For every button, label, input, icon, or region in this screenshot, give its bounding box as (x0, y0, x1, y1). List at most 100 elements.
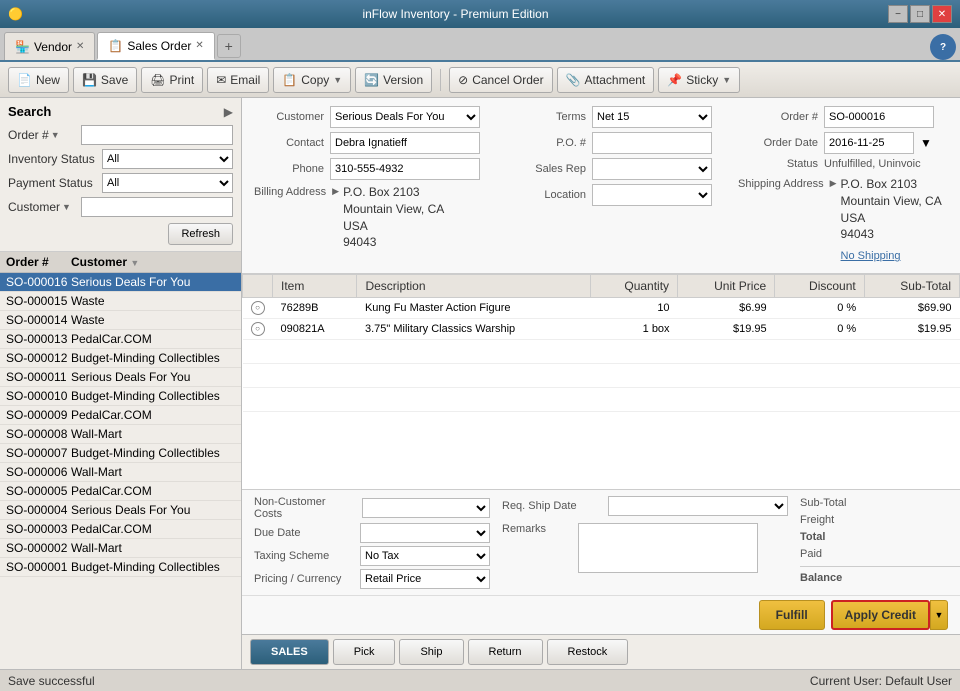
col-item-header: Item (273, 274, 357, 297)
item-desc-cell: Kung Fu Master Action Figure (357, 297, 591, 318)
customer-select[interactable]: Serious Deals For You (330, 106, 480, 128)
status-message: Save successful (8, 674, 95, 688)
app-icon: 🟡 (8, 7, 23, 21)
new-tab-button[interactable]: + (217, 34, 241, 58)
terms-select[interactable]: Net 15 (592, 106, 712, 128)
table-row[interactable]: SO-000007 Budget-Minding Collectibles (0, 444, 241, 463)
apply-credit-dropdown[interactable]: ▼ (930, 600, 948, 630)
phone-input[interactable] (330, 158, 480, 180)
req-ship-date-label: Req. Ship Date (502, 500, 602, 512)
order-date-calendar-icon[interactable]: ▼ (920, 136, 932, 150)
sticky-button[interactable]: 📌 Sticky ▼ (658, 67, 740, 93)
copy-button[interactable]: 📋 Copy ▼ (273, 67, 351, 93)
billing-address-label: Billing Address (254, 184, 326, 198)
location-select[interactable] (592, 184, 712, 206)
fulfill-button[interactable]: Fulfill (759, 600, 825, 630)
refresh-button[interactable]: Refresh (168, 223, 233, 245)
terms-label: Terms (526, 111, 586, 123)
status-bar: Save successful Current User: Default Us… (0, 669, 960, 691)
inventory-status-select[interactable]: All (102, 149, 233, 169)
req-ship-date-select[interactable] (608, 496, 788, 516)
cancel-order-button[interactable]: ⊘ Cancel Order (449, 67, 552, 93)
customer-label: Customer (254, 111, 324, 123)
table-row[interactable]: SO-000008 Wall-Mart (0, 425, 241, 444)
save-button[interactable]: 💾 Save (73, 67, 137, 93)
taxing-scheme-select[interactable]: No Tax (360, 546, 490, 566)
sales-order-tab-close[interactable]: ✕ (195, 40, 203, 51)
table-row[interactable]: SO-000001 Budget-Minding Collectibles (0, 558, 241, 577)
order-form: Customer Serious Deals For You Contact P… (242, 98, 960, 274)
close-button[interactable]: ✕ (932, 5, 952, 23)
tab-ship[interactable]: Ship (399, 639, 463, 665)
order-filter-input[interactable] (81, 125, 233, 145)
contact-input[interactable] (330, 132, 480, 154)
attachment-button[interactable]: 📎 Attachment (557, 67, 655, 93)
new-button[interactable]: 📄 New (8, 67, 69, 93)
version-button[interactable]: 🔄 Version (355, 67, 432, 93)
billing-address-expand-icon[interactable]: ▶ (332, 186, 339, 197)
pricing-currency-select[interactable]: Retail Price (360, 569, 490, 589)
search-collapse-icon[interactable]: ▶ (224, 105, 233, 119)
tab-restock[interactable]: Restock (547, 639, 629, 665)
table-row[interactable]: SO-000002 Wall-Mart (0, 539, 241, 558)
col-quantity-header: Quantity (591, 274, 678, 297)
tab-sales[interactable]: SALES (250, 639, 329, 665)
customer-cell: PedalCar.COM (71, 332, 235, 346)
apply-credit-button[interactable]: Apply Credit (831, 600, 930, 630)
remarks-input[interactable] (578, 523, 758, 573)
item-row[interactable]: ○ 76289B Kung Fu Master Action Figure 10… (243, 297, 960, 318)
sales-rep-select[interactable] (592, 158, 712, 180)
order-num-input[interactable] (824, 106, 934, 128)
order-num-cell: SO-000001 (6, 560, 71, 574)
order-num-cell: SO-000004 (6, 503, 71, 517)
table-row[interactable]: SO-000010 Budget-Minding Collectibles (0, 387, 241, 406)
col-customer-header: Customer ▼ (71, 255, 235, 269)
table-row[interactable]: SO-000014 Waste (0, 311, 241, 330)
no-shipping-link[interactable]: No Shipping (841, 250, 901, 262)
item-circle-btn[interactable]: ○ (251, 301, 265, 315)
tab-vendor[interactable]: 🏪 Vendor ✕ (4, 32, 95, 60)
table-row[interactable]: SO-000012 Budget-Minding Collectibles (0, 349, 241, 368)
payment-status-select[interactable]: All (102, 173, 233, 193)
table-row[interactable]: SO-000005 PedalCar.COM (0, 482, 241, 501)
item-circle-btn[interactable]: ○ (251, 322, 265, 336)
tab-pick[interactable]: Pick (333, 639, 396, 665)
item-subtotal-cell: $19.95 (864, 318, 959, 339)
customer-cell: Serious Deals For You (71, 275, 235, 289)
item-row[interactable]: ○ 090821A 3.75" Military Classics Warshi… (243, 318, 960, 339)
order-date-input[interactable] (824, 132, 914, 154)
print-button[interactable]: 🖨 Print (141, 67, 203, 93)
due-date-select[interactable] (360, 523, 490, 543)
email-button[interactable]: ✉ Email (207, 67, 269, 93)
shipping-address-block: P.O. Box 2103 Mountain View, CA USA 9404… (841, 176, 942, 265)
customer-filter-label: Customer ▼ (8, 200, 77, 214)
col-subtotal-header: Sub-Total (864, 274, 959, 297)
po-input[interactable] (592, 132, 712, 154)
tab-return[interactable]: Return (468, 639, 543, 665)
help-button[interactable]: ? (930, 34, 956, 60)
table-row[interactable]: SO-000013 PedalCar.COM (0, 330, 241, 349)
table-row[interactable]: SO-000006 Wall-Mart (0, 463, 241, 482)
customer-cell: Budget-Minding Collectibles (71, 389, 235, 403)
non-customer-costs-select[interactable] (362, 498, 491, 518)
current-user: Current User: Default User (810, 674, 952, 688)
shipping-address-label: Shipping Address (738, 176, 824, 190)
pricing-currency-label: Pricing / Currency (254, 573, 354, 585)
taxing-scheme-label: Taxing Scheme (254, 550, 354, 562)
customer-cell: Wall-Mart (71, 465, 235, 479)
table-row[interactable]: SO-000009 PedalCar.COM (0, 406, 241, 425)
table-row[interactable]: SO-000004 Serious Deals For You (0, 501, 241, 520)
tab-sales-order[interactable]: 📋 Sales Order ✕ (97, 32, 214, 60)
table-row[interactable]: SO-000016 Serious Deals For You (0, 273, 241, 292)
table-row[interactable]: SO-000011 Serious Deals For You (0, 368, 241, 387)
customer-cell: Wall-Mart (71, 541, 235, 555)
vendor-tab-close[interactable]: ✕ (76, 41, 84, 52)
table-row[interactable]: SO-000003 PedalCar.COM (0, 520, 241, 539)
maximize-button[interactable]: □ (910, 5, 930, 23)
table-row[interactable]: SO-000015 Waste (0, 292, 241, 311)
shipping-address-expand-icon[interactable]: ▶ (830, 178, 837, 189)
minimize-button[interactable]: − (888, 5, 908, 23)
paid-label: Paid (800, 548, 822, 560)
customer-filter-input[interactable] (81, 197, 233, 217)
order-num-cell: SO-000014 (6, 313, 71, 327)
